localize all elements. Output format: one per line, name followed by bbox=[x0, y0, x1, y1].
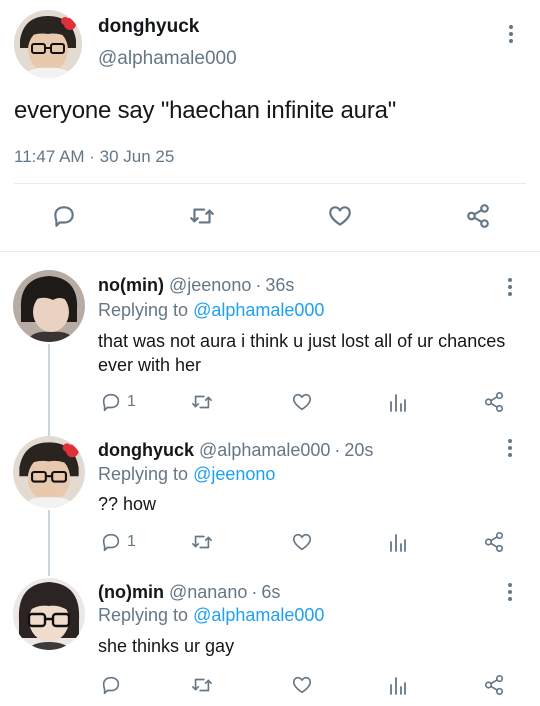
more-options-icon[interactable] bbox=[500, 433, 520, 463]
display-name[interactable]: donghyuck bbox=[98, 440, 194, 460]
replying-to-link[interactable]: @alphamale000 bbox=[193, 605, 324, 625]
replying-to: Replying to @jeenono bbox=[98, 464, 275, 485]
reply-icon bbox=[102, 676, 120, 695]
retweet-icon[interactable] bbox=[190, 673, 214, 697]
avatar[interactable] bbox=[13, 578, 85, 650]
retweet-icon[interactable] bbox=[190, 390, 214, 414]
tweet-actions: 1 bbox=[98, 390, 518, 414]
timestamp[interactable]: 11:47 AM · 30 Jun 25 bbox=[14, 147, 174, 167]
analytics-icon[interactable] bbox=[388, 530, 408, 554]
handle[interactable]: @alphamale000 bbox=[98, 48, 237, 70]
divider bbox=[14, 183, 526, 184]
avatar-image bbox=[13, 270, 85, 342]
reply-icon bbox=[102, 393, 120, 412]
like-icon[interactable] bbox=[290, 673, 314, 697]
reply-tweet: donghyuck @alphamale000 · 20s Replying to … bbox=[0, 434, 540, 574]
reply-header: no(min) @jeenono · 36s bbox=[98, 275, 294, 296]
separator: · bbox=[334, 440, 341, 460]
more-options-icon[interactable] bbox=[500, 577, 520, 607]
display-name[interactable]: (no)min bbox=[98, 582, 164, 602]
share-icon[interactable] bbox=[483, 530, 505, 554]
tweet-text: ?? how bbox=[98, 494, 157, 514]
like-icon[interactable] bbox=[290, 530, 314, 554]
handle[interactable]: @nanano bbox=[169, 582, 247, 602]
replying-to-link[interactable]: @alphamale000 bbox=[193, 300, 324, 320]
like-icon[interactable] bbox=[290, 390, 314, 414]
replying-to-label: Replying to bbox=[98, 464, 189, 484]
main-tweet: donghyuck @alphamale000 everyone say "ha… bbox=[0, 0, 540, 252]
analytics-icon[interactable] bbox=[388, 390, 408, 414]
share-icon[interactable] bbox=[483, 390, 505, 414]
retweet-icon[interactable] bbox=[190, 530, 214, 554]
timestamp[interactable]: 20s bbox=[344, 440, 373, 460]
handle[interactable]: @jeenono bbox=[169, 275, 251, 295]
more-options-icon[interactable] bbox=[500, 272, 520, 302]
reply-count: 1 bbox=[127, 393, 136, 410]
tweet-text: everyone say "haechan infinite aura" bbox=[14, 97, 397, 124]
reply-header: (no)min @nanano · 6s bbox=[98, 582, 280, 603]
reply-tweet: (no)min @nanano · 6s Replying to @alphamal… bbox=[0, 576, 540, 706]
tweet-actions bbox=[98, 673, 518, 697]
handle[interactable]: @alphamale000 bbox=[199, 440, 330, 460]
like-icon[interactable] bbox=[324, 200, 356, 232]
replying-to-label: Replying to bbox=[98, 605, 189, 625]
avatar-image bbox=[13, 436, 85, 508]
analytics-icon[interactable] bbox=[388, 673, 408, 697]
avatar[interactable] bbox=[13, 436, 85, 508]
avatar[interactable] bbox=[13, 270, 85, 342]
reply-icon[interactable] bbox=[48, 200, 80, 232]
avatar[interactable] bbox=[14, 10, 82, 78]
avatar-image bbox=[14, 10, 82, 78]
reply-icon bbox=[102, 533, 120, 552]
tweet-actions: 1 bbox=[98, 530, 518, 554]
replying-to-label: Replying to bbox=[98, 300, 189, 320]
reply-count: 1 bbox=[127, 533, 136, 550]
display-name[interactable]: no(min) bbox=[98, 275, 164, 295]
replying-to: Replying to @alphamale000 bbox=[98, 300, 324, 321]
separator: · bbox=[255, 275, 262, 295]
reply-header: donghyuck @alphamale000 · 20s bbox=[98, 440, 373, 461]
retweet-icon[interactable] bbox=[186, 200, 218, 232]
share-icon[interactable] bbox=[462, 200, 494, 232]
more-options-icon[interactable] bbox=[501, 19, 521, 49]
reply-button[interactable] bbox=[100, 673, 127, 697]
replying-to: Replying to @alphamale000 bbox=[98, 605, 324, 626]
tweet-text: that was not aura i think u just lost al… bbox=[98, 331, 506, 375]
display-name[interactable]: donghyuck bbox=[98, 16, 199, 38]
timestamp[interactable]: 36s bbox=[265, 275, 294, 295]
timestamp[interactable]: 6s bbox=[261, 582, 280, 602]
reply-tweet: no(min) @jeenono · 36s Replying to @alpham… bbox=[0, 268, 540, 420]
reply-button[interactable]: 1 bbox=[100, 390, 136, 414]
separator: · bbox=[251, 582, 258, 602]
divider bbox=[0, 251, 540, 252]
share-icon[interactable] bbox=[483, 673, 505, 697]
replying-to-link[interactable]: @jeenono bbox=[193, 464, 275, 484]
tweet-text: she thinks ur gay bbox=[98, 636, 235, 656]
reply-button[interactable]: 1 bbox=[100, 530, 136, 554]
avatar-image bbox=[13, 578, 85, 650]
